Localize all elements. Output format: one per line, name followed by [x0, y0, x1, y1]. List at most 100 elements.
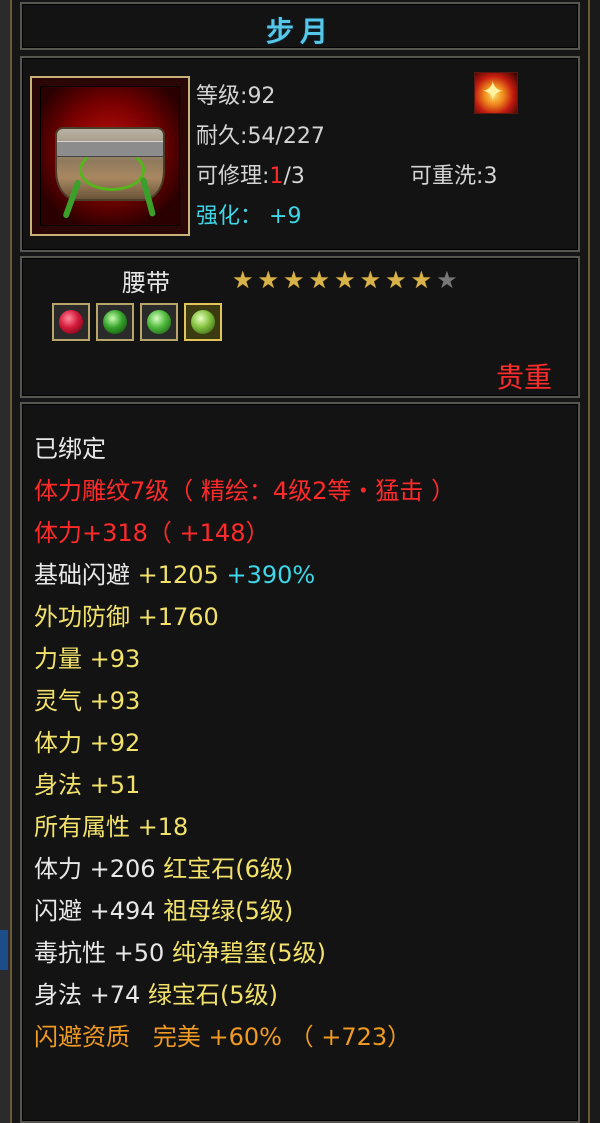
gem-slot-4[interactable] — [184, 303, 222, 341]
aptitude-bonus: （ +723） — [289, 1023, 412, 1051]
star-7: ★ — [385, 266, 411, 294]
ext-def-line: 外功防御 +1760 — [34, 596, 455, 638]
ruby-gem — [59, 310, 83, 334]
gem-name: 纯净碧玺 — [171, 939, 268, 967]
item-icon-frame — [30, 76, 190, 236]
stat-row: 力量 +93 — [34, 638, 455, 680]
stats-list: 已绑定 体力雕纹7级（ 精绘：4级2等・猛击 ） 体力+318（ +148） 基… — [34, 428, 455, 1058]
stat-value: +93 — [89, 645, 141, 673]
stat-label: 体力 — [34, 729, 82, 757]
reroll-value: 3 — [483, 164, 498, 189]
item-title: 步月 — [265, 15, 334, 48]
stat-row: 身法 +51 — [34, 764, 455, 806]
belt-ribbon — [79, 149, 145, 191]
star-3: ★ — [283, 266, 309, 294]
rarity-label: 贵重 — [495, 361, 552, 394]
star-8: ★ — [410, 266, 437, 294]
edge-marker — [0, 930, 8, 970]
stat-label: 所有属性 — [34, 813, 130, 841]
reroll-line: 可重洗:3 — [410, 164, 498, 189]
ext-def-value: +1760 — [137, 603, 219, 631]
star-5: ★ — [334, 266, 360, 294]
gem-level: (5级) — [219, 981, 278, 1009]
base-dodge-label: 基础闪避 — [34, 561, 130, 589]
level-line: 等级:92 — [196, 84, 276, 109]
stat-row: 灵气 +93 — [34, 680, 455, 722]
star-rating: ★★★★★★★★★ — [232, 266, 462, 294]
jade-gem — [191, 310, 215, 334]
title-bar: 步月 — [20, 2, 580, 50]
item-tooltip: 步月 等级:92 ✦ 耐久:54/227 可修理:1/3 可重洗:3 强化： +… — [10, 0, 590, 1123]
stat-value: +18 — [137, 813, 189, 841]
stat-row: 体力 +92 — [34, 722, 455, 764]
stamina-bonus: （ +148） — [147, 519, 270, 547]
stat-value: +93 — [89, 687, 141, 715]
repair-line: 可修理:1/3 — [196, 164, 305, 189]
base-dodge-line: 基础闪避 +1205 +390% — [34, 554, 455, 596]
bound-status: 已绑定 — [34, 435, 106, 463]
gem-stat-row: 体力 +206 红宝石(6级) — [34, 848, 455, 890]
gem-stat-row: 身法 +74 绿宝石(5级) — [34, 974, 455, 1016]
aptitude-line: 闪避资质 完美 +60% （ +723） — [34, 1016, 455, 1058]
emerald-gem — [103, 310, 127, 334]
gem-stat-label: 身法 — [34, 981, 82, 1009]
star-6: ★ — [359, 266, 386, 294]
repair-current: 1 — [269, 164, 284, 189]
belt-icon — [40, 86, 180, 226]
gem-stat-row: 闪避 +494 祖母绿(5级) — [34, 890, 455, 932]
gem-stat-label: 闪避 — [34, 897, 82, 925]
gem-slot-1[interactable] — [52, 303, 90, 341]
gem-stat-row: 毒抗性 +50 纯净碧玺(5级) — [34, 932, 455, 974]
stamina-line: 体力+318（ +148） — [34, 512, 455, 554]
enhance-label: 强化： — [196, 204, 263, 229]
reroll-label: 可重洗 — [410, 164, 477, 189]
enhance-value: +9 — [269, 204, 302, 229]
left-edge — [0, 0, 10, 1123]
star-1: ★ — [232, 266, 258, 294]
star-4: ★ — [308, 266, 335, 294]
gem-name: 绿宝石 — [147, 981, 220, 1009]
gem-slot-2[interactable] — [96, 303, 134, 341]
flame-glyph: ✦ — [481, 75, 505, 108]
gem-stat-value: +74 — [89, 981, 141, 1009]
star-2: ★ — [257, 266, 284, 294]
repair-label: 可修理 — [196, 164, 263, 189]
green-gem — [147, 310, 171, 334]
item-type: 腰带 — [122, 269, 170, 297]
fire-badge-icon[interactable]: ✦ — [474, 72, 518, 114]
engrave-line: 体力雕纹7级（ 精绘：4级2等・猛击 ） — [34, 477, 456, 505]
base-dodge-pct: +390% — [226, 561, 316, 589]
gem-stat-label: 体力 — [34, 855, 82, 883]
ext-def-label: 外功防御 — [34, 603, 130, 631]
durability-value: 54/227 — [247, 124, 325, 149]
gem-level: (5级) — [235, 897, 294, 925]
level-value: 92 — [247, 84, 276, 109]
stat-row: 所有属性 +18 — [34, 806, 455, 848]
stat-label: 身法 — [34, 771, 82, 799]
star-9: ★ — [436, 266, 462, 294]
stamina-main: 体力+318 — [34, 519, 148, 547]
level-label: 等级 — [196, 84, 241, 109]
stat-value: +51 — [89, 771, 141, 799]
gem-level: (5级) — [267, 939, 326, 967]
stat-label: 灵气 — [34, 687, 82, 715]
gem-stat-label: 毒抗性 — [34, 939, 106, 967]
stat-label: 力量 — [34, 645, 82, 673]
gem-stat-value: +50 — [113, 939, 165, 967]
repair-max: /3 — [283, 164, 305, 189]
enhance-line: 强化： +9 — [196, 198, 301, 230]
gem-level: (6级) — [235, 855, 294, 883]
stat-value: +92 — [89, 729, 141, 757]
gem-name: 红宝石 — [163, 855, 236, 883]
gem-name: 祖母绿 — [163, 897, 236, 925]
aptitude-grade: 完美 — [152, 1023, 201, 1051]
gem-slots — [52, 303, 222, 341]
aptitude-pct: +60% — [208, 1023, 282, 1051]
aptitude-label: 闪避资质 — [34, 1023, 130, 1051]
durability-label: 耐久 — [196, 124, 241, 149]
gem-slot-3[interactable] — [140, 303, 178, 341]
gem-stat-value: +494 — [89, 897, 156, 925]
durability-line: 耐久:54/227 — [196, 124, 325, 149]
base-dodge-value: +1205 — [137, 561, 219, 589]
gem-stat-value: +206 — [89, 855, 156, 883]
